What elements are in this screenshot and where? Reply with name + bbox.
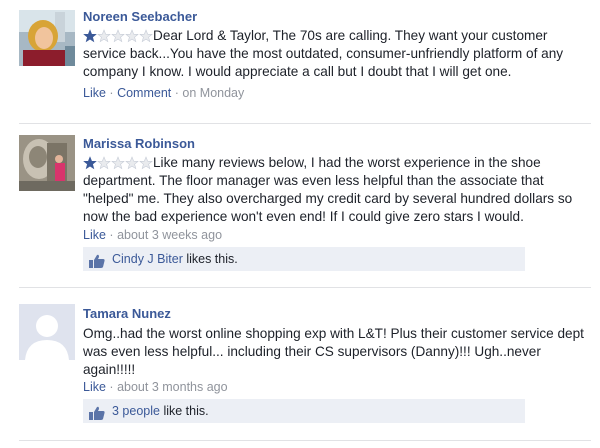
review-actions: Like · Comment · on Monday (83, 85, 244, 101)
avatar[interactable] (19, 135, 75, 191)
review-timestamp[interactable]: on Monday (182, 86, 244, 100)
review-text: Omg..had the worst online shopping exp w… (83, 326, 584, 377)
likes-suffix: likes this. (182, 252, 238, 266)
divider (19, 287, 591, 288)
comment-link[interactable]: Comment (117, 86, 171, 100)
review-actions: Like · about 3 weeks ago (83, 227, 222, 243)
review-timestamp[interactable]: about 3 months ago (117, 380, 228, 394)
review-timestamp[interactable]: about 3 weeks ago (117, 228, 222, 242)
liker-link[interactable]: Cindy J Biter (112, 252, 183, 266)
liker-link[interactable]: 3 people (112, 404, 160, 418)
thumbs-up-icon (89, 404, 105, 420)
avatar[interactable] (19, 304, 75, 360)
likes-box: Cindy J Biter likes this. (83, 247, 525, 271)
divider (19, 440, 591, 441)
review-text: Dear Lord & Taylor, The 70s are calling.… (83, 28, 564, 79)
separator: · (109, 86, 114, 100)
separator: · (174, 86, 179, 100)
separator: · (109, 380, 114, 394)
thumbs-up-icon (89, 252, 105, 268)
reviewer-name[interactable]: Noreen Seebacher (83, 9, 197, 25)
like-link[interactable]: Like (83, 380, 106, 394)
likes-suffix: like this. (159, 404, 209, 418)
reviewer-name[interactable]: Tamara Nunez (83, 306, 171, 322)
review-actions: Like · about 3 months ago (83, 379, 228, 395)
like-link[interactable]: Like (83, 86, 106, 100)
likes-box: 3 people like this. (83, 399, 525, 423)
like-link[interactable]: Like (83, 228, 106, 242)
separator: · (109, 228, 114, 242)
avatar[interactable] (19, 10, 75, 66)
divider (19, 123, 591, 124)
reviewer-name[interactable]: Marissa Robinson (83, 136, 195, 152)
review-text: Like many reviews below, I had the worst… (83, 155, 573, 224)
